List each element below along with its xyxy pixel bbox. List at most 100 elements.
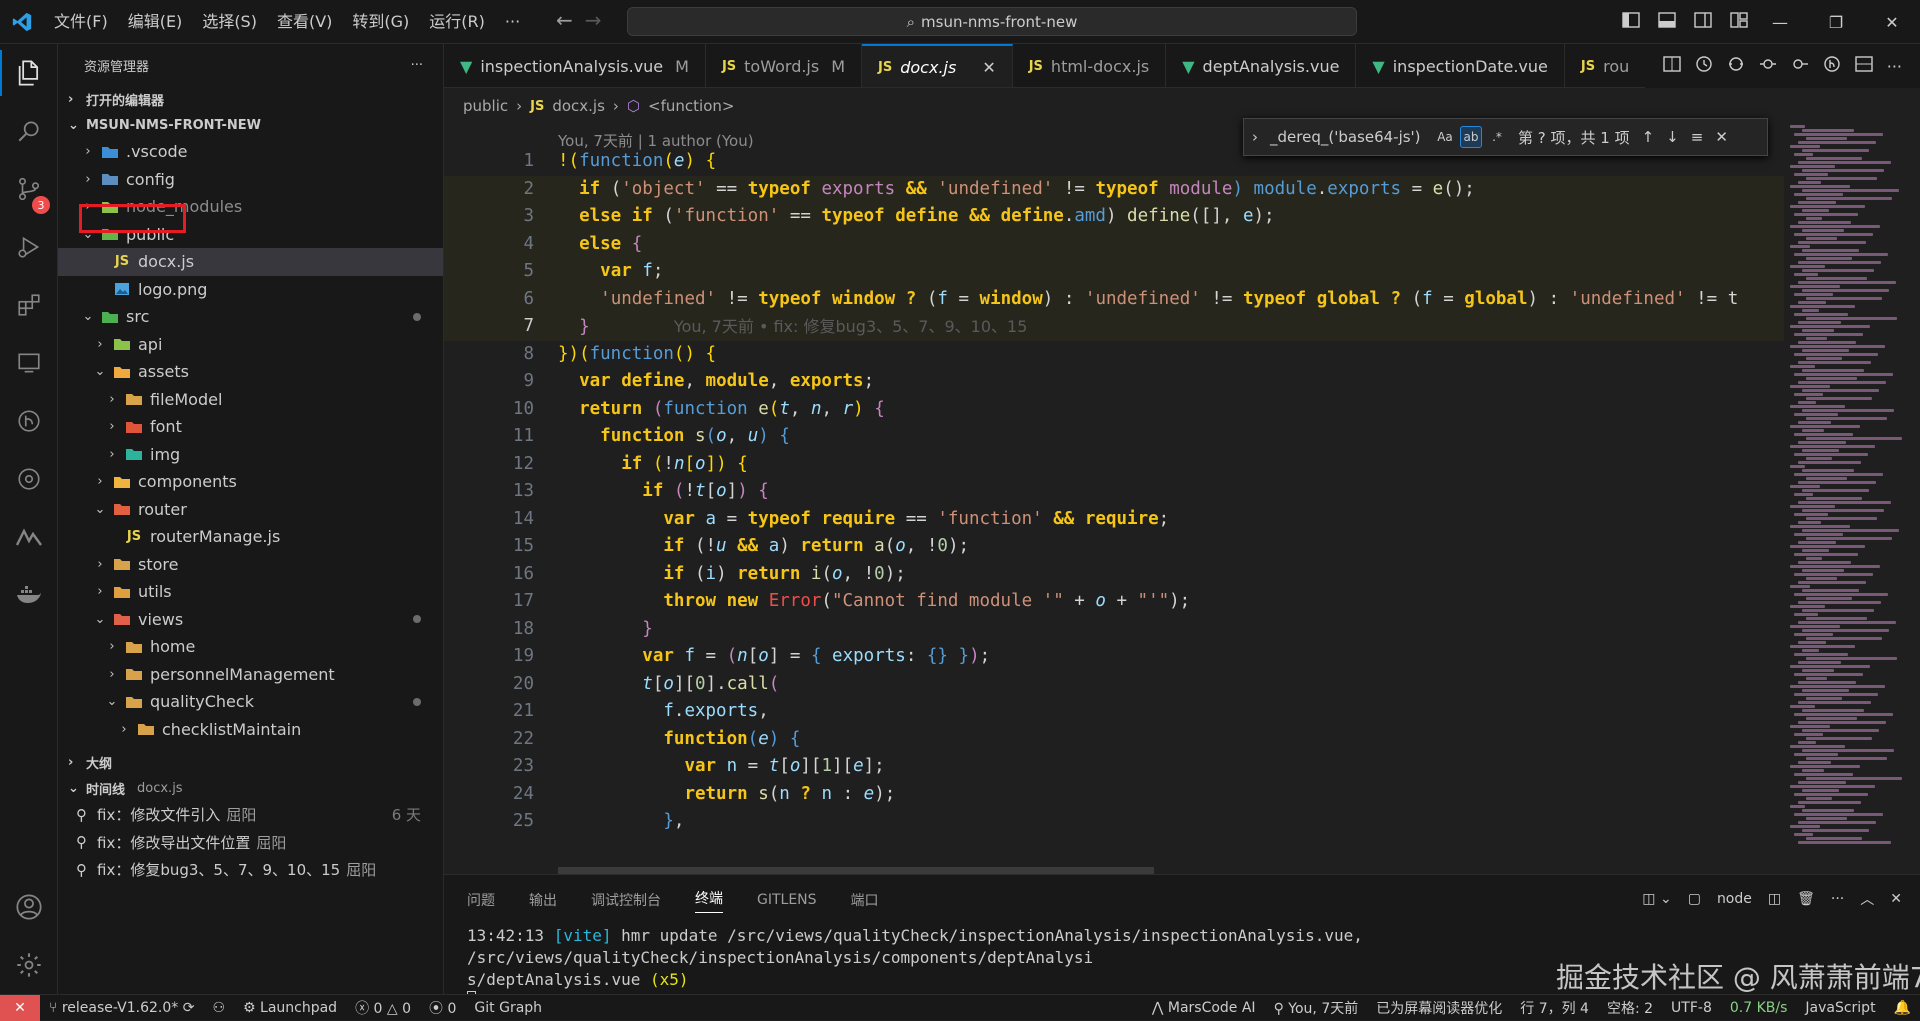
code-line[interactable]: 9 var define, module, exports; <box>444 368 1784 396</box>
file-history-icon[interactable] <box>1695 55 1713 77</box>
code-line[interactable]: 8})(function() { <box>444 341 1784 369</box>
account-status-icon[interactable]: ⚇ <box>203 1000 234 1016</box>
tree-item[interactable]: JS docx.js <box>58 248 443 276</box>
tree-item[interactable]: ⌄ src <box>58 303 443 331</box>
code-line[interactable]: 23 var n = t[o][1][e]; <box>444 753 1784 781</box>
menu-item[interactable]: 转到(G) <box>342 7 419 37</box>
match-case-toggle[interactable]: Aa <box>1434 126 1456 148</box>
editor-tab[interactable]: ▼ inspectionAnalysis.vue M <box>444 44 706 87</box>
commit-icon[interactable] <box>1759 55 1777 77</box>
menu-item[interactable]: 选择(S) <box>192 7 267 37</box>
docker-icon[interactable] <box>0 566 58 624</box>
toggle-panel-icon[interactable] <box>1656 9 1678 31</box>
remote-indicator-icon[interactable]: ✕ <box>0 994 40 1021</box>
tree-item[interactable]: logo.png <box>58 276 443 304</box>
code-line[interactable]: 2 if ('object' == typeof exports && 'und… <box>444 175 1784 203</box>
split-editor-icon[interactable] <box>1855 55 1873 77</box>
code-line[interactable]: 3 else if ('function' == typeof define &… <box>444 203 1784 231</box>
tree-item[interactable]: › .vscode <box>58 138 443 166</box>
editor-tab[interactable]: JS toWord.js M <box>706 44 863 87</box>
close-icon[interactable]: ✕ <box>1864 0 1920 44</box>
editor-tab[interactable]: JS docx.js ✕ <box>862 44 1013 87</box>
tree-item[interactable]: › store <box>58 551 443 579</box>
account-icon[interactable] <box>0 878 58 936</box>
tree-item[interactable]: › config <box>58 166 443 194</box>
panel-tab[interactable]: 调试控制台 <box>591 890 661 910</box>
workspace-root-section[interactable]: ⌄ MSUN-NMS-FRONT-NEW <box>58 112 443 138</box>
minimap[interactable] <box>1790 124 1920 874</box>
forward-arrow-icon[interactable]: → <box>585 8 602 32</box>
tree-item[interactable]: › fileModel <box>58 386 443 414</box>
tree-item[interactable]: › img <box>58 441 443 469</box>
editor-tab[interactable]: ▼ inspectionDate.vue <box>1356 44 1565 87</box>
tree-item[interactable]: › components <box>58 468 443 496</box>
minimize-icon[interactable]: — <box>1752 0 1808 44</box>
launchpad-item[interactable]: ⚙ Launchpad <box>234 1000 346 1016</box>
git-graph-icon[interactable] <box>0 392 58 450</box>
close-panel-icon[interactable]: ✕ <box>1890 891 1902 907</box>
run-debug-icon[interactable] <box>0 218 58 276</box>
code-line[interactable]: 14 var a = typeof require == 'function' … <box>444 506 1784 534</box>
screen-reader-status[interactable]: 已为屏幕阅读器优化 <box>1367 998 1511 1018</box>
split-terminal-dropdown-icon[interactable]: ◫ ⌄ <box>1642 891 1671 907</box>
previous-match-icon[interactable]: ↑ <box>1642 128 1655 146</box>
gitlens-icon[interactable] <box>0 450 58 508</box>
code-line[interactable]: 18 } <box>444 616 1784 644</box>
maximize-panel-icon[interactable]: ︿ <box>1860 889 1874 909</box>
split-terminal-icon[interactable]: ◫ <box>1768 891 1781 907</box>
horizontal-scrollbar[interactable] <box>558 867 1154 874</box>
toggle-replace-icon[interactable]: › <box>1252 128 1258 146</box>
blame-status[interactable]: ⚲ You, 7天前 <box>1265 998 1368 1018</box>
code-line[interactable]: 10 return (function e(t, n, r) { <box>444 396 1784 424</box>
code-line[interactable]: 13 if (!t[o]) { <box>444 478 1784 506</box>
open-editors-section[interactable]: › 打开的编辑器 <box>58 86 443 112</box>
regex-toggle[interactable]: .* <box>1486 126 1508 148</box>
tree-item[interactable]: › personnelManagement <box>58 661 443 689</box>
language-mode[interactable]: JavaScript <box>1796 1000 1884 1016</box>
code-view[interactable]: 1 !(function(e) {2 if ('object' == typeof… <box>444 148 1784 836</box>
find-in-selection-icon[interactable]: ≡ <box>1691 128 1704 146</box>
panel-tab[interactable]: 终端 <box>695 888 723 913</box>
next-match-icon[interactable]: ↓ <box>1666 128 1679 146</box>
explorer-icon[interactable] <box>0 44 58 102</box>
menu-item[interactable]: 编辑(E) <box>118 7 193 37</box>
find-input[interactable]: _dereq_('base64-js') <box>1270 123 1430 151</box>
close-find-icon[interactable]: ✕ <box>1715 128 1728 146</box>
terminal-shell-label[interactable]: node <box>1717 891 1752 907</box>
code-line[interactable]: 12 if (!n[o]) { <box>444 451 1784 479</box>
command-center-search[interactable]: ⌕ msun-nms-front-new <box>627 7 1357 36</box>
code-line[interactable]: 15 if (!u && a) return a(o, !0); <box>444 533 1784 561</box>
code-line[interactable]: 17 throw new Error("Cannot find module '… <box>444 588 1784 616</box>
code-line[interactable]: 4 else { <box>444 230 1784 258</box>
timeline-section[interactable]: ⌄ 时间线 docx.js <box>58 775 443 801</box>
tree-item[interactable]: ⌄ qualityCheck <box>58 688 443 716</box>
timeline-item[interactable]: ⚲ fix：修复bug3、5、7、9、10、15 屈阳 <box>58 856 443 884</box>
back-arrow-icon[interactable]: ← <box>556 8 573 32</box>
encoding-status[interactable]: UTF-8 <box>1662 1000 1721 1016</box>
tree-item[interactable]: ⌄ assets <box>58 358 443 386</box>
code-line[interactable]: 19 var f = (n[o] = { exports: {} }); <box>444 643 1784 671</box>
whole-word-toggle[interactable]: ab <box>1460 126 1482 148</box>
breadcrumb-symbol[interactable]: <function> <box>648 97 734 115</box>
tree-item[interactable]: JS routerManage.js <box>58 523 443 551</box>
menu-item[interactable]: 运行(R) <box>419 7 495 37</box>
breadcrumb-folder[interactable]: public <box>463 97 508 115</box>
code-line[interactable]: 25 }, <box>444 808 1784 836</box>
code-line[interactable]: 11 function s(o, u) { <box>444 423 1784 451</box>
settings-gear-icon[interactable] <box>0 936 58 994</box>
remote-explorer-icon[interactable] <box>0 334 58 392</box>
menu-item[interactable]: 文件(F) <box>44 7 118 37</box>
tree-item[interactable]: ⌄ router <box>58 496 443 524</box>
marscode-status[interactable]: ⋀ MarsCode AI <box>1143 1000 1265 1016</box>
tree-item[interactable]: › utils <box>58 578 443 606</box>
code-line[interactable]: 16 if (i) return i(o, !0); <box>444 561 1784 589</box>
open-changes-icon[interactable] <box>1663 55 1681 77</box>
source-control-icon[interactable]: 3 <box>0 160 58 218</box>
tree-item[interactable]: › font <box>58 413 443 441</box>
code-line[interactable]: 5 var f; <box>444 258 1784 286</box>
timeline-item[interactable]: ⚲ fix：修改文件引入 屈阳 6 天 <box>58 801 443 829</box>
ports-indicator[interactable]: ⦿ 0 <box>420 998 465 1018</box>
menu-item[interactable]: ··· <box>495 7 530 37</box>
git-graph-status[interactable]: Git Graph <box>465 1000 551 1016</box>
code-line[interactable]: 7 } You, 7天前 • fix: 修复bug3、5、7、9、10、15 <box>444 313 1784 341</box>
